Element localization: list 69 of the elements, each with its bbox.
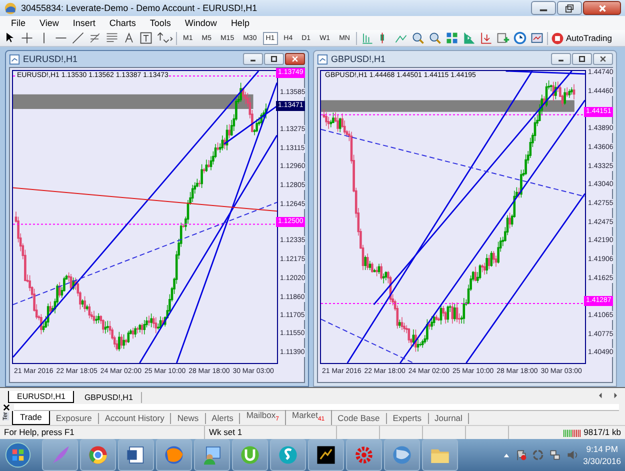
network-icon[interactable]	[549, 449, 562, 461]
minimize-button[interactable]	[551, 53, 571, 66]
close-icon	[291, 55, 299, 64]
traffic-text: 9817/1 kb	[584, 426, 621, 439]
tile-windows-icon[interactable]	[444, 31, 459, 46]
download-icon	[238, 443, 262, 467]
menu-item[interactable]: Insert	[66, 18, 102, 28]
text-icon[interactable]	[122, 31, 136, 46]
terminal-tab[interactable]: Experts	[386, 412, 429, 424]
window-title: 30455834: Leverate-Demo - Demo Account - EURUSD!,H1	[21, 3, 258, 14]
chart-shift-icon[interactable]	[462, 31, 476, 46]
scroll-arrows-icon[interactable]	[597, 391, 619, 400]
app-icon	[4, 2, 17, 15]
zoom-in-icon[interactable]	[410, 31, 425, 46]
terminal-tab[interactable]: News	[171, 412, 206, 424]
browser-icon	[86, 443, 110, 467]
connection-bars-icon	[562, 428, 582, 437]
zoom-out-icon[interactable]	[428, 31, 442, 46]
trading-app-icon	[314, 443, 338, 467]
terminal-tab[interactable]: Alerts	[206, 412, 240, 424]
chart-icon	[9, 54, 20, 65]
autotrading-button[interactable]: AutoTrading	[550, 32, 612, 45]
chart-title: EURUSD!,H1	[23, 54, 79, 64]
minimize-button[interactable]	[531, 1, 556, 16]
close-button[interactable]	[583, 1, 621, 16]
flag-icon[interactable]	[515, 449, 528, 461]
clock-icon[interactable]	[512, 31, 527, 46]
close-icon	[598, 4, 606, 13]
caret-icon[interactable]	[503, 452, 510, 458]
close-button[interactable]	[285, 53, 305, 66]
crosshair-icon[interactable]	[20, 31, 34, 46]
trend-line-icon[interactable]	[71, 31, 85, 46]
menu-item[interactable]: Charts	[102, 18, 143, 28]
close-icon	[599, 55, 607, 64]
maximize-icon	[270, 55, 278, 64]
chart-title: GBPUSD!,H1	[331, 54, 387, 64]
chat-icon	[276, 443, 300, 467]
taskbar-button[interactable]	[80, 439, 116, 471]
stop-icon	[550, 32, 564, 45]
bar-chart-icon[interactable]	[360, 31, 374, 46]
terminal-tab[interactable]: Code Base	[332, 412, 387, 424]
maximize-button[interactable]	[264, 53, 284, 66]
minimize-button[interactable]	[243, 53, 263, 66]
templates-icon[interactable]	[530, 31, 544, 46]
restore-icon	[565, 4, 574, 13]
menu-item[interactable]: View	[32, 18, 66, 28]
terminal-tab[interactable]: Account History	[98, 412, 172, 424]
maximize-button[interactable]	[572, 53, 592, 66]
terminal-tab[interactable]: Journal	[428, 412, 470, 424]
restore-button[interactable]	[557, 1, 582, 16]
chart-tab[interactable]: EURUSD!,H1	[8, 391, 74, 403]
menu-item[interactable]: File	[4, 18, 33, 28]
start-button[interactable]	[4, 441, 32, 469]
terminal-tab[interactable]: Exposure	[50, 412, 99, 424]
chart-icon	[317, 54, 328, 65]
clock-date[interactable]: 3/30/2016	[583, 455, 621, 467]
terminal-tab[interactable]: Trade	[12, 411, 50, 425]
autoscroll-icon[interactable]	[478, 31, 493, 46]
taskbar-button[interactable]	[308, 439, 344, 471]
menu-item[interactable]: Window	[178, 18, 224, 28]
close-icon[interactable]	[2, 404, 10, 411]
close-button[interactable]	[593, 53, 613, 66]
text-label-icon[interactable]	[139, 31, 153, 46]
indicators-icon[interactable]	[496, 31, 510, 46]
menu-item[interactable]: Tools	[142, 18, 178, 28]
menu-item[interactable]: Help	[224, 18, 256, 28]
arrows-dropdown-icon[interactable]	[156, 31, 173, 46]
taskbar-button[interactable]	[118, 439, 154, 471]
maximize-icon	[578, 55, 586, 64]
